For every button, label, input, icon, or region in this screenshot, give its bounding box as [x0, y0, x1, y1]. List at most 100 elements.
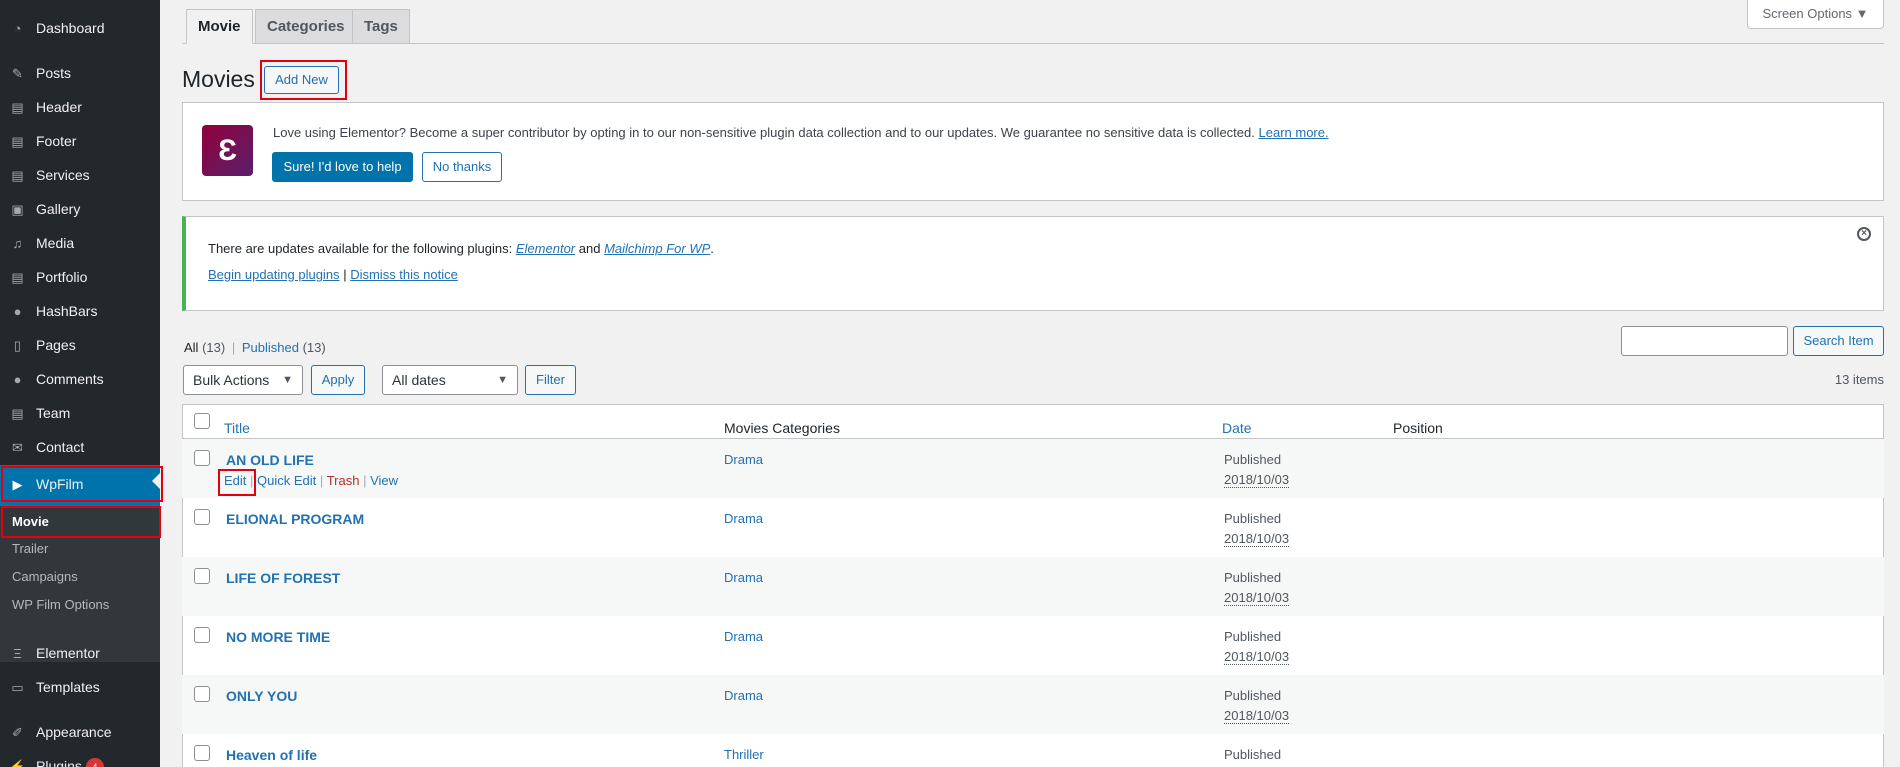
- filter-published-count: (13): [302, 340, 326, 355]
- select-all-checkbox[interactable]: [194, 413, 210, 429]
- tab-tags[interactable]: Tags: [352, 9, 410, 44]
- row-date: 2018/10/03: [1224, 472, 1290, 488]
- sidebar-item-appearance[interactable]: ✐ Appearance: [0, 716, 160, 750]
- screen-options-button[interactable]: Screen Options ▼: [1747, 0, 1884, 29]
- tab-categories[interactable]: Categories: [255, 9, 357, 44]
- sidebar-item-wpfilm[interactable]: ▶ WpFilm: [0, 465, 160, 506]
- opt-in-button[interactable]: Sure! I'd love to help: [272, 152, 413, 182]
- pin-icon: ✎: [12, 66, 23, 81]
- row-category-link[interactable]: Drama: [724, 570, 763, 585]
- row-checkbox[interactable]: [194, 745, 210, 761]
- column-date-header[interactable]: Date: [1222, 420, 1252, 436]
- row-actions: Edit | Quick Edit | Trash | View: [224, 473, 398, 488]
- sidebar-item-pages[interactable]: ▯ Pages: [0, 329, 160, 363]
- sidebar-item-portfolio[interactable]: ▤ Portfolio: [0, 261, 160, 295]
- filter-published-link[interactable]: Published: [242, 340, 299, 355]
- edit-link[interactable]: Edit: [224, 473, 246, 488]
- row-action-separator: |: [363, 473, 367, 488]
- add-new-button[interactable]: Add New: [264, 66, 339, 94]
- table-row: ONLY YOU Drama Published 2018/10/03: [182, 675, 1884, 734]
- row-action-separator: |: [319, 473, 324, 488]
- row-title-link[interactable]: ONLY YOU: [226, 688, 297, 704]
- video-icon: ▶: [12, 477, 23, 492]
- sidebar-item-footer[interactable]: ▤ Footer: [0, 125, 160, 159]
- sidebar-item-gallery[interactable]: ▣ Gallery: [0, 193, 160, 227]
- search-input[interactable]: [1621, 326, 1788, 356]
- plugin-icon: ⚡: [9, 759, 26, 767]
- row-category-link[interactable]: Drama: [724, 688, 763, 703]
- row-checkbox[interactable]: [194, 450, 210, 466]
- comment-icon: ●: [13, 304, 22, 319]
- dismiss-close-icon[interactable]: ×: [1857, 227, 1871, 241]
- learn-more-link[interactable]: Learn more.: [1259, 125, 1329, 140]
- row-title-link[interactable]: NO MORE TIME: [226, 629, 330, 645]
- elementor-plugin-link[interactable]: Elementor: [516, 241, 575, 256]
- mailchimp-plugin-link[interactable]: Mailchimp For WP: [604, 241, 710, 256]
- submenu-item-campaigns[interactable]: Campaigns: [12, 569, 78, 584]
- update-notice-period: .: [710, 241, 714, 256]
- sidebar-item-plugins[interactable]: ⚡ Plugins4: [0, 750, 160, 767]
- row-title-link[interactable]: LIFE OF FOREST: [226, 570, 340, 586]
- column-title-header[interactable]: Title: [224, 420, 250, 436]
- page-icon: ▤: [11, 168, 24, 183]
- submenu-item-movie[interactable]: Movie: [12, 514, 49, 529]
- apply-button[interactable]: Apply: [311, 365, 365, 395]
- admin-sidebar: ◔ Dashboard ✎ Posts ▤ Header ▤ Footer ▤ Servi…: [0, 0, 160, 767]
- filter-all-count: (13): [202, 340, 226, 355]
- row-status: Published: [1224, 688, 1282, 703]
- submenu-item-trailer[interactable]: Trailer: [12, 541, 48, 556]
- dismiss-notice-link[interactable]: Dismiss this notice: [350, 267, 458, 282]
- chevron-down-icon: ▼: [282, 374, 293, 386]
- sidebar-item-hashbars[interactable]: ● HashBars: [0, 295, 160, 329]
- gallery-icon: ▣: [11, 202, 24, 217]
- portfolio-icon: ▤: [11, 270, 24, 285]
- tab-movie[interactable]: Movie: [186, 9, 253, 44]
- search-items-button[interactable]: Search Item: [1793, 326, 1884, 356]
- table-row: LIFE OF FOREST Drama Published 2018/10/0…: [182, 557, 1884, 616]
- row-category-link[interactable]: Drama: [724, 629, 763, 644]
- row-checkbox[interactable]: [194, 686, 210, 702]
- begin-updating-link[interactable]: Begin updating plugins: [208, 267, 340, 282]
- row-title-link[interactable]: Heaven of life: [226, 747, 317, 763]
- sidebar-item-templates[interactable]: ▭ Templates: [0, 671, 160, 705]
- sidebar-item-services[interactable]: ▤ Services: [0, 159, 160, 193]
- update-notice-and: and: [578, 241, 601, 256]
- row-status: Published: [1224, 747, 1282, 762]
- quick-edit-link[interactable]: Quick Edit: [257, 473, 316, 488]
- row-title-link[interactable]: ELIONAL PROGRAM: [226, 511, 364, 527]
- bulk-actions-select[interactable]: Bulk Actions ▼: [183, 365, 303, 395]
- row-category-link[interactable]: Drama: [724, 511, 763, 526]
- sidebar-item-posts[interactable]: ✎ Posts: [0, 57, 160, 91]
- update-notice-separator: |: [343, 267, 347, 282]
- page-icon: ▤: [11, 100, 24, 115]
- row-title-link[interactable]: AN OLD LIFE: [226, 452, 314, 468]
- submenu-item-wp-film-options[interactable]: WP Film Options: [12, 597, 109, 612]
- sidebar-item-team[interactable]: ▤ Team: [0, 397, 160, 431]
- pages-icon: ▯: [13, 338, 22, 353]
- sidebar-item-header[interactable]: ▤ Header: [0, 91, 160, 125]
- elementor-notice: Ɛ Love using Elementor? Become a super c…: [182, 102, 1884, 201]
- mail-icon: ✉: [12, 440, 23, 455]
- sidebar-item-dashboard[interactable]: ◔ Dashboard: [0, 12, 160, 46]
- sidebar-item-media[interactable]: ♫ Media: [0, 227, 160, 261]
- row-date: 2018/10/03: [1224, 531, 1290, 547]
- filter-all-link[interactable]: All: [184, 340, 198, 355]
- sidebar-item-comments[interactable]: ● Comments: [0, 363, 160, 397]
- row-status: Published: [1224, 570, 1282, 585]
- sidebar-item-contact[interactable]: ✉ Contact: [0, 431, 160, 465]
- row-category-link[interactable]: Drama: [724, 452, 763, 467]
- dates-select[interactable]: All dates ▼: [382, 365, 518, 395]
- view-link[interactable]: View: [370, 473, 398, 488]
- no-thanks-button[interactable]: No thanks: [422, 152, 502, 182]
- table-row: NO MORE TIME Drama Published 2018/10/03: [182, 616, 1884, 675]
- bulk-actions-value: Bulk Actions: [193, 372, 270, 388]
- row-category-link[interactable]: Thriller: [724, 747, 764, 762]
- row-checkbox[interactable]: [194, 627, 210, 643]
- row-checkbox[interactable]: [194, 568, 210, 584]
- filter-button[interactable]: Filter: [525, 365, 576, 395]
- sidebar-item-plugins-label: Plugins: [36, 758, 82, 767]
- plugin-update-notice: There are updates available for the foll…: [182, 216, 1884, 311]
- row-checkbox[interactable]: [194, 509, 210, 525]
- sidebar-item-elementor[interactable]: Ξ Elementor: [0, 637, 160, 671]
- trash-link[interactable]: Trash: [327, 473, 360, 488]
